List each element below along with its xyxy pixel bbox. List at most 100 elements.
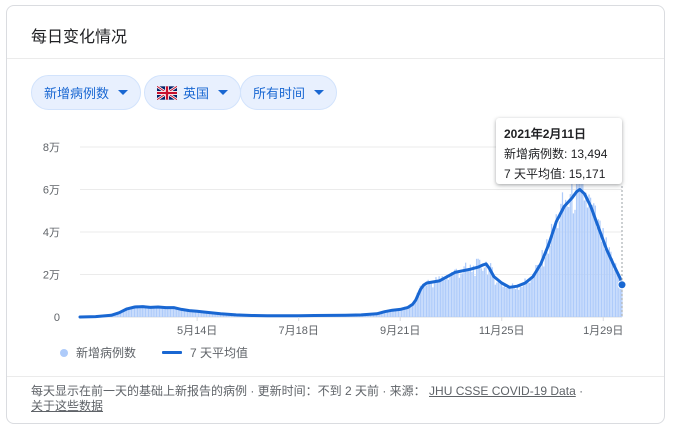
daily-case-bar (425, 285, 428, 317)
x-tick-label: 7月18日 (278, 325, 318, 337)
daily-case-bar (446, 275, 448, 317)
daily-case-bar (450, 272, 453, 317)
daily-case-bar (597, 219, 600, 317)
daily-case-bar (408, 307, 411, 317)
daily-case-bar (604, 249, 606, 317)
daily-case-bar (544, 257, 546, 317)
daily-cases-bars (80, 171, 623, 317)
daily-case-bar (569, 194, 571, 317)
daily-case-bar (179, 310, 181, 317)
daily-case-bar (174, 309, 176, 317)
daily-case-bar (460, 273, 462, 317)
daily-case-bar (146, 308, 148, 317)
daily-case-bar (138, 306, 140, 317)
daily-case-bar (449, 276, 451, 317)
daily-case-bar (560, 203, 562, 317)
daily-case-bar (504, 284, 506, 317)
daily-case-bar (157, 307, 159, 317)
daily-case-bar (471, 271, 473, 317)
tooltip-average-value: 15,171 (568, 167, 606, 181)
daily-case-bar (168, 308, 170, 317)
daily-case-bar (557, 228, 559, 317)
daily-case-bar (407, 308, 409, 317)
daily-case-bar (607, 251, 609, 317)
daily-case-bar (482, 270, 484, 317)
daily-case-bar (529, 282, 531, 317)
daily-case-bar (574, 209, 576, 317)
daily-case-bar (519, 286, 521, 317)
daily-case-bar (554, 223, 556, 317)
daily-cases-chart[interactable]: 0 2万 4万 6万 8万 5月14日 7月18日 9月21日 11月25日 1月29日 (0, 0, 692, 431)
daily-case-bar (474, 275, 476, 317)
daily-case-bar (582, 179, 584, 317)
x-tick-label: 9月21日 (380, 325, 420, 337)
daily-case-bar (518, 289, 520, 317)
daily-case-bar (154, 308, 156, 317)
daily-case-bar (616, 273, 618, 317)
daily-case-bar (532, 273, 534, 317)
daily-case-bar (455, 268, 457, 317)
daily-case-bar (493, 276, 495, 317)
daily-case-bar (436, 282, 439, 317)
daily-case-bar (166, 307, 168, 317)
daily-case-bar (521, 286, 523, 317)
daily-case-bar (452, 274, 454, 317)
daily-case-bar (600, 241, 603, 317)
hover-point-marker (617, 280, 627, 290)
daily-case-bar (177, 310, 179, 317)
daily-case-bar (496, 282, 498, 317)
daily-case-bar (400, 309, 403, 317)
daily-case-bar (155, 308, 158, 317)
daily-case-bar (441, 276, 443, 317)
daily-case-bar (527, 282, 529, 317)
daily-case-bar (463, 266, 465, 317)
daily-case-bar (580, 171, 582, 317)
daily-case-bar (433, 281, 436, 317)
daily-case-bar (163, 307, 165, 317)
y-tick-label: 4万 (43, 227, 60, 239)
daily-case-bar (538, 265, 540, 317)
daily-case-bar (422, 283, 425, 317)
daily-case-bar (158, 308, 161, 317)
daily-case-bar (424, 284, 426, 317)
x-axis-ticks: 5月14日 7月18日 9月21日 11月25日 1月29日 (177, 317, 623, 337)
daily-case-bar (593, 203, 595, 317)
daily-case-bar (421, 288, 423, 317)
y-tick-label: 2万 (43, 270, 60, 282)
daily-case-bar (515, 289, 517, 317)
daily-case-bar (500, 284, 503, 317)
tooltip-cases-label: 新增病例数: (504, 147, 568, 161)
daily-case-bar (539, 267, 542, 317)
daily-case-bar (589, 197, 592, 317)
daily-case-bar (457, 271, 459, 317)
daily-case-bar (596, 227, 598, 317)
daily-case-bar (543, 266, 545, 317)
daily-case-bar (144, 307, 147, 317)
daily-case-bar (566, 206, 568, 317)
daily-case-bar (577, 171, 579, 317)
daily-case-bar (183, 310, 186, 317)
daily-case-bar (568, 206, 570, 317)
daily-case-bar (530, 279, 532, 317)
daily-case-bar (479, 259, 481, 317)
daily-case-bar (469, 264, 471, 317)
tooltip-date: 2021年2月11日 (504, 127, 587, 141)
daily-case-bar (549, 245, 551, 317)
tooltip-average-row: 7 天平均值: 15,171 (504, 164, 614, 184)
y-axis-ticks: 0 2万 4万 6万 8万 (43, 142, 60, 324)
daily-case-bar (461, 273, 464, 317)
daily-case-bar (507, 286, 509, 317)
x-tick-label: 1月29日 (583, 325, 623, 337)
daily-case-bar (480, 268, 482, 317)
daily-case-bar (558, 221, 560, 317)
daily-case-bar (443, 279, 445, 317)
daily-case-bar (458, 277, 461, 317)
daily-case-bar (447, 279, 450, 317)
daily-case-bar (432, 287, 434, 317)
daily-case-bar (129, 308, 131, 317)
daily-case-bar (494, 284, 496, 317)
y-tick-label: 6万 (43, 185, 60, 197)
daily-case-bar (513, 287, 515, 317)
daily-case-bar (572, 213, 575, 317)
daily-case-bar (151, 308, 153, 317)
